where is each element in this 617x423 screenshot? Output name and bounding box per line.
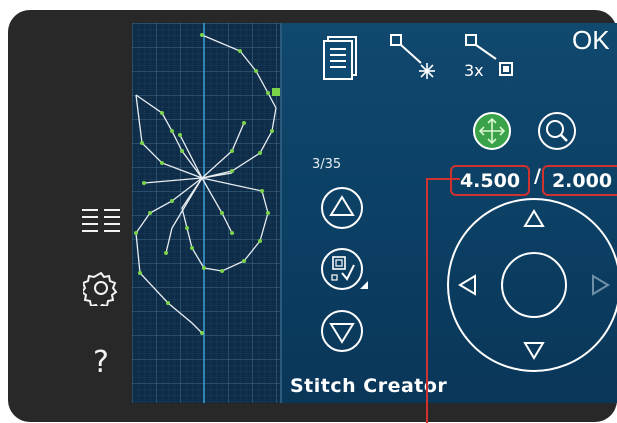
callout-line [426, 178, 460, 423]
